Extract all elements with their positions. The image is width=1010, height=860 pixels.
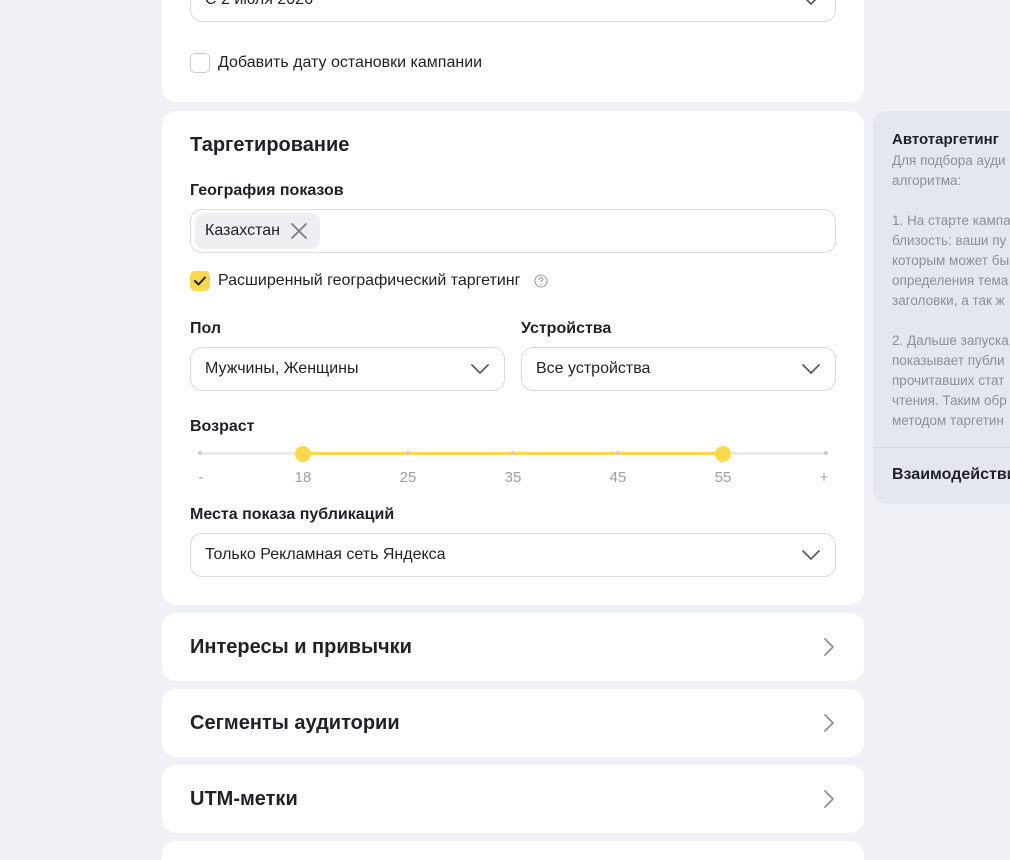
- chevron-right-icon: [824, 714, 834, 732]
- start-date-value: С 2 июля 2026: [205, 0, 801, 9]
- interests-accordion[interactable]: Интересы и привычки: [162, 613, 864, 681]
- targeting-card: Таргетирование География показов Казахст…: [162, 111, 864, 605]
- placements-value: Только Рекламная сеть Яндекса: [205, 546, 446, 563]
- check-icon: [194, 276, 206, 286]
- geo-input[interactable]: Казахстан: [190, 209, 836, 253]
- age-tick-mark: [616, 451, 620, 455]
- start-date-select[interactable]: С 2 июля 2026: [190, 0, 836, 22]
- autotargeting-text-line: 2. Дальше запуска: [892, 333, 1009, 348]
- autotargeting-title: Автотаргетинг: [892, 131, 999, 148]
- autotargeting-text-line: которым может бы: [892, 253, 1010, 268]
- utm-title: UTM-метки: [190, 787, 298, 810]
- autotargeting-text-line: 1. На старте кампа: [892, 213, 1010, 228]
- chevron-right-icon: [824, 790, 834, 808]
- chevron-down-icon: [802, 364, 820, 374]
- autotargeting-text-line: прочитавших стат: [892, 373, 1005, 388]
- autotargeting-text-line: Для подбора ауди: [892, 153, 1006, 168]
- next-accordion[interactable]: [162, 841, 864, 860]
- age-max-thumb[interactable]: [715, 446, 731, 462]
- extended-geo-checkbox[interactable]: [190, 271, 210, 291]
- age-tick-label[interactable]: 25: [400, 469, 417, 486]
- devices-value: Все устройства: [536, 360, 651, 377]
- age-label: Возраст: [190, 418, 255, 435]
- add-stop-date-label: Добавить дату остановки кампании: [218, 54, 483, 71]
- gender-select[interactable]: Мужчины, Женщины: [190, 347, 505, 391]
- age-tick-mark: [406, 451, 410, 455]
- extended-geo-checkbox-row[interactable]: Расширенный географический таргетинг: [190, 271, 549, 291]
- age-tick-label[interactable]: +: [820, 469, 829, 486]
- age-tick-label[interactable]: -: [199, 469, 204, 486]
- autotargeting-text-line: методом таргетин: [892, 413, 1004, 428]
- segments-accordion[interactable]: Сегменты аудитории: [162, 689, 864, 757]
- age-tick-label[interactable]: 55: [715, 469, 732, 486]
- divider: [873, 447, 1010, 448]
- age-tick-mark: [511, 451, 515, 455]
- placements-select[interactable]: Только Рекламная сеть Яндекса: [190, 533, 836, 577]
- close-icon[interactable]: [290, 222, 308, 240]
- geo-chip-label: Казахстан: [205, 222, 280, 239]
- chevron-right-icon: [824, 638, 834, 656]
- age-tick-label[interactable]: 18: [295, 469, 312, 486]
- age-slider[interactable]: - 18 25 35 45 55 +: [190, 441, 836, 491]
- interests-title: Интересы и привычки: [190, 635, 412, 658]
- campaign-settings-page: С 2 июля 2026 Добавить дату остановки ка…: [0, 0, 1010, 860]
- chevron-down-icon: [802, 550, 820, 560]
- autotargeting-panel: Автотаргетинг Для подбора ауди алгоритма…: [873, 111, 1010, 504]
- extended-geo-label: Расширенный географический таргетинг: [218, 272, 521, 289]
- age-min-thumb[interactable]: [295, 446, 311, 462]
- age-tick-mark: [824, 451, 828, 455]
- help-icon[interactable]: [534, 274, 549, 288]
- gender-value: Мужчины, Женщины: [205, 360, 359, 377]
- utm-accordion[interactable]: UTM-метки: [162, 765, 864, 833]
- autotargeting-text-line: алгоритма:: [892, 173, 962, 188]
- age-tick-label[interactable]: 35: [505, 469, 522, 486]
- autotargeting-text-line: заголовки, а так ж: [892, 293, 1005, 308]
- autotargeting-text-line: определения тема: [892, 273, 1009, 288]
- geo-chip: Казахстан: [195, 213, 320, 249]
- chevron-down-icon: [805, 0, 817, 5]
- segments-title: Сегменты аудитории: [190, 711, 400, 734]
- age-tick-mark: [198, 451, 202, 455]
- placements-label: Места показа публикаций: [190, 506, 395, 523]
- age-tick-label[interactable]: 45: [610, 469, 627, 486]
- gender-label: Пол: [190, 320, 222, 337]
- chevron-down-icon: [471, 364, 489, 374]
- devices-label: Устройства: [521, 320, 612, 337]
- schedule-card: С 2 июля 2026 Добавить дату остановки ка…: [162, 0, 864, 102]
- geo-label: География показов: [190, 182, 344, 199]
- autotargeting-text-line: чтения. Таким обр: [892, 393, 1007, 408]
- autotargeting-text-line: близость: ваши пу: [892, 233, 1007, 248]
- devices-select[interactable]: Все устройства: [521, 347, 836, 391]
- add-stop-date-checkbox[interactable]: [190, 53, 210, 73]
- add-stop-date-checkbox-row[interactable]: Добавить дату остановки кампании: [190, 53, 482, 73]
- autotargeting-text-line: показывает публи: [892, 353, 1005, 368]
- interaction-section-title[interactable]: Взаимодействи: [892, 466, 1010, 484]
- targeting-title: Таргетирование: [190, 134, 350, 156]
